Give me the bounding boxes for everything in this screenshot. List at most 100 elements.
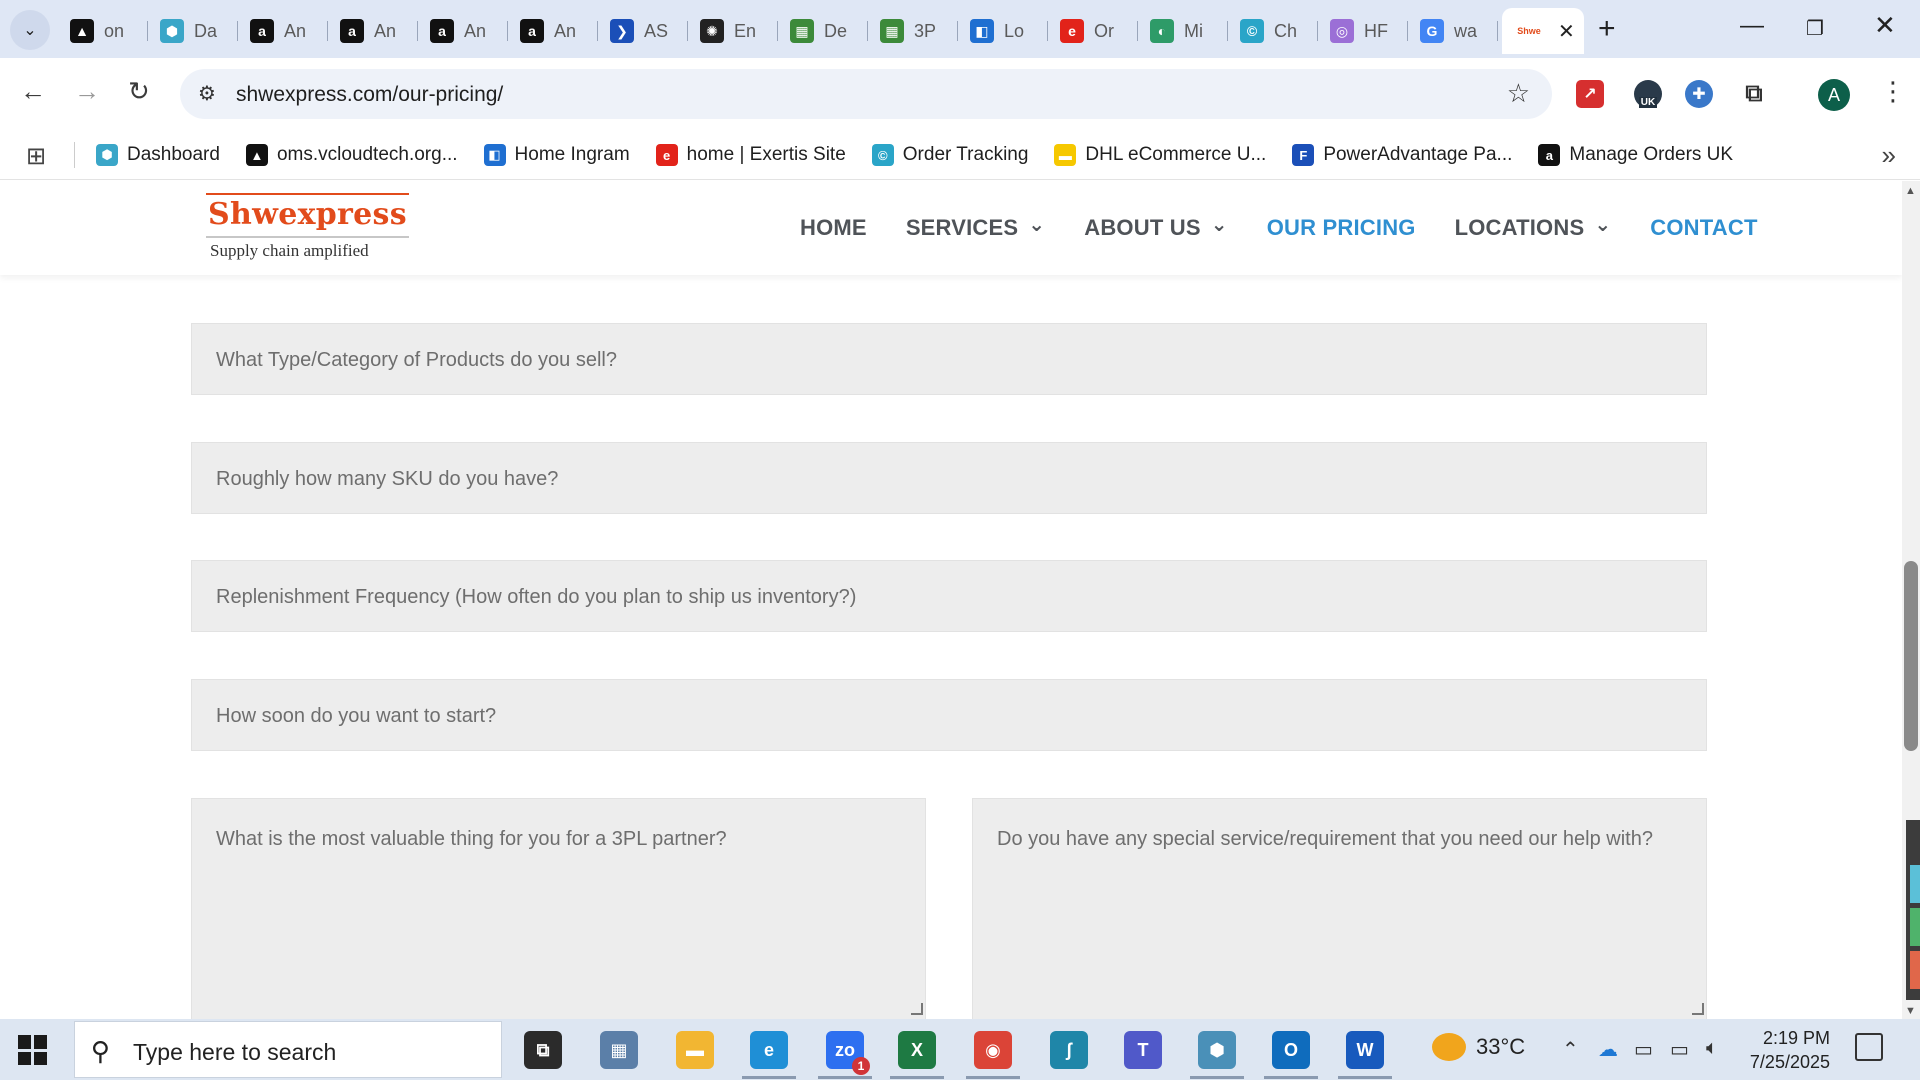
forward-button[interactable]: → (74, 76, 100, 107)
address-bar[interactable]: ⚙ shwexpress.com/our-pricing/ ☆ (180, 69, 1552, 119)
battery-icon[interactable]: ▭ (1634, 1037, 1653, 1062)
word-icon[interactable]: W (1346, 1031, 1384, 1069)
browser-tab[interactable]: e Or (1048, 8, 1138, 54)
nav-services[interactable]: SERVICES ⌄ (906, 214, 1045, 241)
product-category-input[interactable]: What Type/Category of Products do you se… (191, 323, 1707, 395)
file-explorer-icon[interactable]: ▬ (676, 1031, 714, 1069)
start-time-input[interactable]: How soon do you want to start? (191, 679, 1707, 751)
bookmarks-bar: ⊞ ⬢ Dashboard ▲ oms.vcloudtech.org... ◧ Home … (0, 130, 1920, 180)
volume-icon[interactable]: 🔈︎ (1706, 1037, 1718, 1060)
tray-chevron-up-icon[interactable]: ⌃ (1562, 1037, 1579, 1062)
sku-count-input[interactable]: Roughly how many SKU do you have? (191, 442, 1707, 514)
back-button[interactable]: ← (20, 76, 46, 107)
browser-tab[interactable]: ▦ 3P (868, 8, 958, 54)
nav-home[interactable]: HOME (800, 215, 867, 241)
site-info-icon[interactable]: ⚙ (198, 81, 216, 106)
calculator-icon[interactable]: ▦ (600, 1031, 638, 1069)
tab-title: An (554, 20, 577, 41)
resize-handle-icon[interactable] (1692, 1003, 1704, 1015)
side-panel-tab[interactable] (1910, 951, 1920, 989)
zoom-icon[interactable]: zo 1 (826, 1031, 870, 1075)
resize-handle-icon[interactable] (911, 1003, 923, 1015)
bookmark-label: oms.vcloudtech.org... (276, 144, 458, 165)
nav-our-pricing[interactable]: OUR PRICING (1267, 215, 1416, 241)
chrome-icon[interactable]: ◉ (974, 1031, 1012, 1069)
system-clock[interactable]: 2:19 PM 7/25/2025 (1748, 1026, 1830, 1074)
browser-tab[interactable]: ⬢ Da (148, 8, 238, 54)
tab-close-icon[interactable]: ✕ (1558, 19, 1575, 44)
bookmark-favicon-icon: ⬢ (96, 144, 118, 166)
chevron-logo-icon: ❯ (610, 19, 634, 43)
scroll-up-icon[interactable]: ▲ (1905, 185, 1916, 197)
tab-title: Mi (1184, 20, 1203, 41)
scrollbar-thumb[interactable] (1904, 561, 1918, 751)
nav-about-us[interactable]: ABOUT US ⌄ (1084, 214, 1227, 241)
browser-tab[interactable]: ❯ AS (598, 8, 688, 54)
edge-icon[interactable]: e (750, 1031, 788, 1069)
tab-search-button[interactable]: ⌄ (10, 10, 50, 50)
url-text[interactable]: shwexpress.com/our-pricing/ (236, 83, 503, 107)
browser-tab[interactable]: a An (238, 8, 328, 54)
teams-icon[interactable]: T (1124, 1031, 1162, 1069)
browser-tab[interactable]: a An (508, 8, 598, 54)
browser-tab[interactable]: a An (418, 8, 508, 54)
bookmark-item[interactable]: ◧ Home Ingram (483, 144, 630, 166)
sku-count-placeholder: Roughly how many SKU do you have? (216, 468, 559, 490)
puzzle-extensions-icon[interactable]: ⧉ (1740, 80, 1768, 108)
reload-button[interactable]: ↻ (128, 76, 150, 107)
browser-tab-active[interactable]: Shwe ✕ (1502, 8, 1584, 54)
browser-tab[interactable]: ◐ Mi (1138, 8, 1228, 54)
bookmark-star-icon[interactable]: ☆ (1507, 78, 1530, 109)
notification-icon[interactable] (1855, 1033, 1883, 1061)
browser-tab[interactable]: ▦ De (778, 8, 868, 54)
valuable-thing-textarea[interactable]: What is the most valuable thing for you … (191, 798, 926, 1019)
nav-locations[interactable]: LOCATIONS ⌄ (1455, 214, 1612, 241)
taskbar-search-box[interactable]: ⚲ Type here to search (74, 1021, 502, 1078)
replenishment-frequency-input[interactable]: Replenishment Frequency (How often do yo… (191, 560, 1707, 632)
side-panel-tab[interactable] (1910, 908, 1920, 946)
browser-tab[interactable]: a An (328, 8, 418, 54)
browser-tab[interactable]: ▲ on (58, 8, 148, 54)
browser-tab[interactable]: ◧ Lo (958, 8, 1048, 54)
apps-grid-icon[interactable]: ⊞ (26, 142, 46, 171)
globe-extension-icon[interactable]: UK (1634, 80, 1662, 108)
bookmark-item[interactable]: ⬢ Dashboard (96, 144, 220, 166)
menu-kebab-icon[interactable]: ⋮ (1880, 76, 1906, 107)
amazon-icon: a (520, 19, 544, 43)
windows-start-icon[interactable] (18, 1035, 48, 1065)
side-panel-strip (1906, 820, 1920, 1000)
more-bookmarks-icon[interactable]: » (1882, 140, 1896, 171)
bookmark-item[interactable]: © Order Tracking (871, 144, 1028, 166)
window-close-button[interactable]: ✕ (1874, 10, 1896, 41)
task-view-icon[interactable]: ⧉ (524, 1031, 562, 1069)
browser-tab[interactable]: © Ch (1228, 8, 1318, 54)
restore-button[interactable]: ❐ (1806, 16, 1824, 41)
app-icon[interactable]: ⬢ (1198, 1031, 1236, 1069)
scroll-down-icon[interactable]: ▼ (1905, 1005, 1916, 1017)
new-tab-button[interactable]: + (1598, 14, 1616, 44)
tab-title: on (104, 20, 125, 41)
outlook-icon[interactable]: O (1272, 1031, 1310, 1069)
onedrive-cloud-icon[interactable]: ☁ (1598, 1037, 1618, 1062)
site-logo[interactable]: Shwexpress Supply chain amplified (206, 193, 409, 261)
profile-avatar[interactable]: A (1818, 79, 1850, 111)
network-icon[interactable]: ▭ (1670, 1037, 1689, 1062)
side-panel-tab[interactable] (1910, 865, 1920, 903)
bookmark-item[interactable]: e home | Exertis Site (655, 144, 846, 166)
browser-tab[interactable]: ✺ En (688, 8, 778, 54)
weather-widget[interactable]: 33°C (1432, 1033, 1525, 1061)
extension-icon[interactable]: ✚ (1685, 80, 1713, 108)
pdf-extension-icon[interactable]: ↗ (1576, 80, 1604, 108)
browser-tab[interactable]: ◎ HF (1318, 8, 1408, 54)
browser-tab[interactable]: Gwa (1408, 8, 1498, 54)
bookmark-item[interactable]: ▲ oms.vcloudtech.org... (245, 144, 458, 166)
running-app-indicator (1338, 1076, 1392, 1079)
special-requirement-textarea[interactable]: Do you have any special service/requirem… (972, 798, 1707, 1019)
nav-contact[interactable]: CONTACT (1650, 215, 1757, 241)
bookmark-item[interactable]: F PowerAdvantage Pa... (1292, 144, 1512, 166)
bookmark-item[interactable]: ▬ DHL eCommerce U... (1054, 144, 1266, 166)
bookmark-item[interactable]: a Manage Orders UK (1538, 144, 1733, 166)
minimize-button[interactable]: — (1740, 12, 1764, 40)
sublime-icon[interactable]: ʃ (1050, 1031, 1088, 1069)
excel-icon[interactable]: X (898, 1031, 936, 1069)
